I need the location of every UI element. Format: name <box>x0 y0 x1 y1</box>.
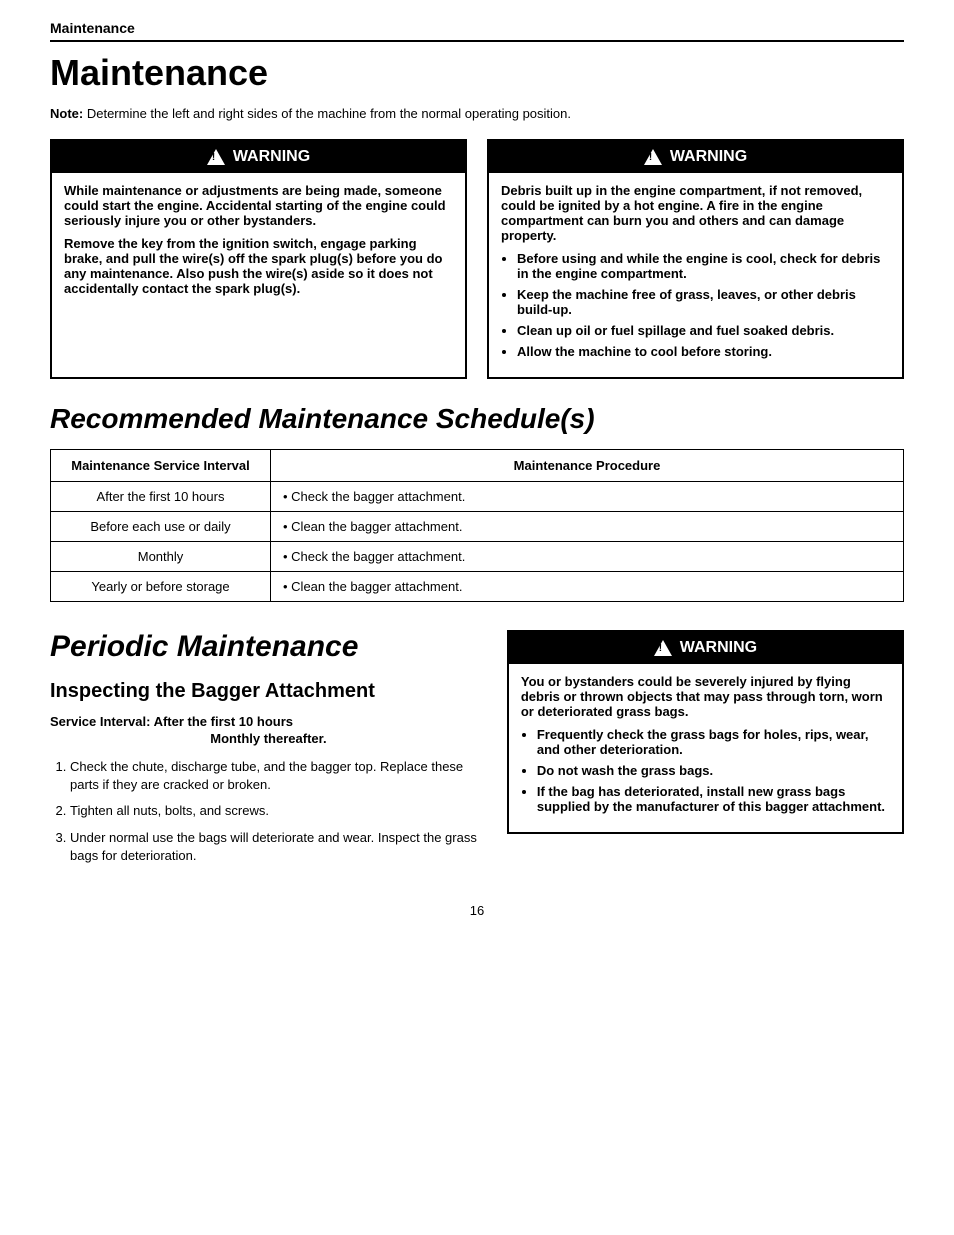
periodic-left: Periodic Maintenance Inspecting the Bagg… <box>50 630 487 873</box>
warning-box-2: WARNING Debris built up in the engine co… <box>487 139 904 379</box>
periodic-section: Periodic Maintenance Inspecting the Bagg… <box>50 630 904 873</box>
warning-box-3: WARNING You or bystanders could be sever… <box>507 630 904 834</box>
warning-label-2: WARNING <box>670 148 747 166</box>
warning2-intro: Debris built up in the engine compartmen… <box>501 183 890 243</box>
warning-row: WARNING While maintenance or adjustments… <box>50 139 904 379</box>
warning-triangle-icon-1 <box>207 149 225 165</box>
table-row: Monthly• Check the bagger attachment. <box>51 542 904 572</box>
warning2-bullet-2: Keep the machine free of grass, leaves, … <box>517 287 890 317</box>
periodic-right: WARNING You or bystanders could be sever… <box>507 630 904 873</box>
table-header-row: Maintenance Service Interval Maintenance… <box>51 450 904 482</box>
warning2-bullet-1: Before using and while the engine is coo… <box>517 251 890 281</box>
interval-cell: Before each use or daily <box>51 512 271 542</box>
warning1-para2: Remove the key from the ignition switch,… <box>64 236 453 296</box>
warning-header-3: WARNING <box>509 632 902 664</box>
monthly-thereafter: Monthly thereafter. <box>50 731 487 746</box>
warning2-list: Before using and while the engine is coo… <box>517 251 890 359</box>
top-header: Maintenance <box>50 20 904 42</box>
warning-body-2: Debris built up in the engine compartmen… <box>489 183 902 359</box>
step-2: Tighten all nuts, bolts, and screws. <box>70 802 487 820</box>
warning1-para1: While maintenance or adjustments are bei… <box>64 183 453 228</box>
recommended-title: Recommended Maintenance Schedule(s) <box>50 403 904 435</box>
warning3-bullet-1: Frequently check the grass bags for hole… <box>537 727 890 757</box>
warning-triangle-icon-2 <box>644 149 662 165</box>
warning3-bullet-2: Do not wash the grass bags. <box>537 763 890 778</box>
note-line: Note: Determine the left and right sides… <box>50 106 904 121</box>
page-number: 16 <box>50 903 904 918</box>
warning-header-1: WARNING <box>52 141 465 173</box>
warning3-bullet-3: If the bag has deteriorated, install new… <box>537 784 890 814</box>
periodic-sub-title: Inspecting the Bagger Attachment <box>50 678 487 704</box>
table-row: Before each use or daily• Clean the bagg… <box>51 512 904 542</box>
periodic-steps: Check the chute, discharge tube, and the… <box>70 758 487 865</box>
page: Maintenance Maintenance Note: Determine … <box>0 0 954 1235</box>
warning3-intro: You or bystanders could be severely inju… <box>521 674 890 719</box>
warning-header-2: WARNING <box>489 141 902 173</box>
interval-cell: Monthly <box>51 542 271 572</box>
note-text: Determine the left and right sides of th… <box>87 106 571 121</box>
procedure-cell: • Check the bagger attachment. <box>271 542 904 572</box>
step-3: Under normal use the bags will deteriora… <box>70 829 487 865</box>
procedure-cell: • Clean the bagger attachment. <box>271 512 904 542</box>
warning-triangle-icon-3 <box>654 640 672 656</box>
warning2-bullet-4: Allow the machine to cool before storing… <box>517 344 890 359</box>
col1-header: Maintenance Service Interval <box>51 450 271 482</box>
note-label: Note: <box>50 106 83 121</box>
warning-box-1: WARNING While maintenance or adjustments… <box>50 139 467 379</box>
maintenance-table: Maintenance Service Interval Maintenance… <box>50 449 904 602</box>
interval-cell: After the first 10 hours <box>51 482 271 512</box>
warning2-bullet-3: Clean up oil or fuel spillage and fuel s… <box>517 323 890 338</box>
table-row: After the first 10 hours• Check the bagg… <box>51 482 904 512</box>
warning-label-3: WARNING <box>680 639 757 657</box>
col2-header: Maintenance Procedure <box>271 450 904 482</box>
procedure-cell: • Check the bagger attachment. <box>271 482 904 512</box>
warning-body-3: You or bystanders could be severely inju… <box>509 674 902 814</box>
table-body: After the first 10 hours• Check the bagg… <box>51 482 904 602</box>
warning3-list: Frequently check the grass bags for hole… <box>537 727 890 814</box>
step-1: Check the chute, discharge tube, and the… <box>70 758 487 794</box>
service-interval: Service Interval: After the first 10 hou… <box>50 714 487 729</box>
periodic-title: Periodic Maintenance <box>50 630 487 664</box>
page-title: Maintenance <box>50 52 904 94</box>
warning-body-1: While maintenance or adjustments are bei… <box>52 183 465 296</box>
interval-cell: Yearly or before storage <box>51 572 271 602</box>
warning-label-1: WARNING <box>233 148 310 166</box>
procedure-cell: • Clean the bagger attachment. <box>271 572 904 602</box>
table-row: Yearly or before storage• Clean the bagg… <box>51 572 904 602</box>
top-header-title: Maintenance <box>50 20 135 36</box>
